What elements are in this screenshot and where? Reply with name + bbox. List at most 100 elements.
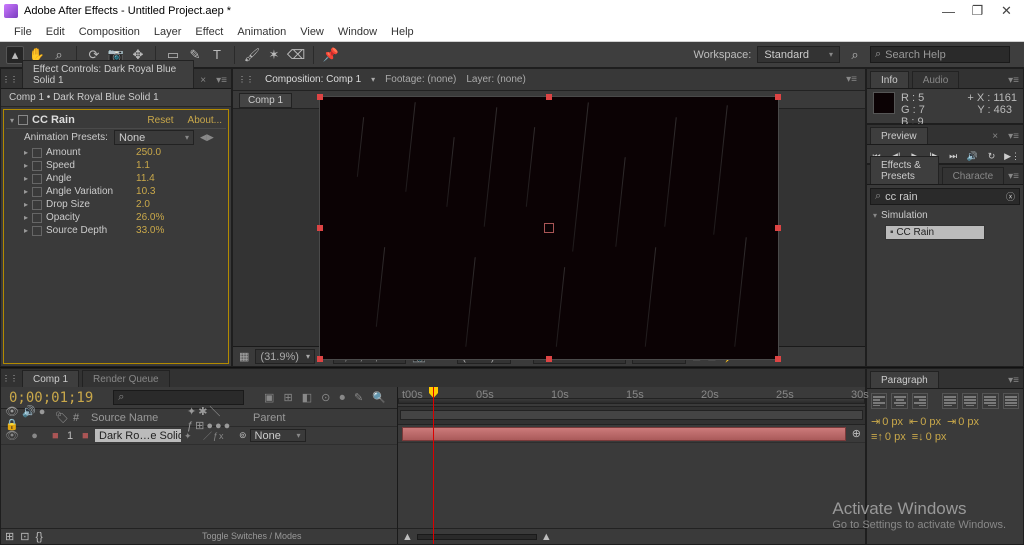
minimize-button[interactable]: — bbox=[943, 6, 954, 17]
tl-toggle-icon2[interactable]: ⊡ bbox=[20, 530, 29, 543]
tab-paragraph[interactable]: Paragraph bbox=[870, 371, 939, 388]
tl-icons[interactable]: ▣ ⊞ ◧ ⊙ ⏺ ✎ 🔍 bbox=[264, 391, 389, 405]
panel-grip-icon[interactable]: ⋮⋮ bbox=[1, 70, 19, 88]
menu-effect[interactable]: Effect bbox=[189, 24, 229, 40]
comp-subtab[interactable]: Comp 1 bbox=[239, 93, 292, 108]
prop-angle-value[interactable]: 11.4 bbox=[136, 173, 155, 184]
panel-menu-icon[interactable]: ▾≡ bbox=[1004, 73, 1023, 88]
prop-amount-value[interactable]: 250.0 bbox=[136, 147, 161, 158]
effects-item-ccrain[interactable]: CC Rain bbox=[885, 225, 985, 240]
justify-center-button[interactable] bbox=[962, 393, 978, 409]
prop-dropsize-label: Drop Size bbox=[46, 199, 136, 210]
layer-bar-row[interactable]: ⊕ bbox=[398, 425, 865, 443]
panel-menu-icon[interactable]: ▾≡ bbox=[1004, 373, 1023, 388]
zoom-out-icon[interactable]: ▲ bbox=[402, 531, 413, 543]
tab-character[interactable]: Characte bbox=[942, 167, 1005, 184]
menu-help[interactable]: Help bbox=[385, 24, 420, 40]
align-center-button[interactable] bbox=[891, 393, 907, 409]
tab-audio[interactable]: Audio bbox=[912, 71, 960, 88]
parent-dropdown[interactable]: None bbox=[250, 429, 306, 442]
tab-composition[interactable]: Composition: Comp 1 bbox=[265, 74, 361, 85]
col-source-name[interactable]: Source Name bbox=[91, 412, 181, 424]
tab-info[interactable]: Info bbox=[870, 71, 909, 88]
search-help-icon[interactable]: ⌕ bbox=[846, 46, 864, 64]
ram-preview-button[interactable]: ▶⋮ bbox=[1004, 148, 1020, 164]
preset-dropdown[interactable]: None bbox=[114, 130, 194, 145]
tab-close-icon[interactable]: × bbox=[194, 73, 212, 88]
current-time-indicator[interactable] bbox=[433, 387, 434, 544]
panel-grip-icon[interactable]: ⋮⋮ bbox=[237, 71, 255, 89]
tab-effects-presets[interactable]: Effects & Presets bbox=[870, 156, 939, 184]
prop-speed-value[interactable]: 1.1 bbox=[136, 160, 150, 171]
tab-timeline-comp[interactable]: Comp 1 bbox=[22, 370, 79, 387]
grid-icon[interactable]: ▦ bbox=[239, 350, 249, 363]
panel-grip-icon[interactable]: ⋮⋮ bbox=[1, 369, 19, 387]
indent-right[interactable]: ⇥ 0 px bbox=[947, 415, 979, 428]
justify-all-button[interactable] bbox=[1003, 393, 1019, 409]
prop-srcdepth-value[interactable]: 33.0% bbox=[136, 225, 164, 236]
menu-view[interactable]: View bbox=[294, 24, 330, 40]
align-right-button[interactable] bbox=[912, 393, 928, 409]
zoom-in-icon[interactable]: ▲ bbox=[541, 531, 552, 543]
window-title: Adobe After Effects - Untitled Project.a… bbox=[24, 5, 231, 17]
justify-right-button[interactable] bbox=[982, 393, 998, 409]
audio-button[interactable]: 🔊 bbox=[966, 148, 979, 164]
preset-prev-icon[interactable]: ◀ bbox=[200, 132, 207, 143]
tab-effect-controls[interactable]: Effect Controls: Dark Royal Blue Solid 1 bbox=[22, 60, 194, 88]
menu-file[interactable]: File bbox=[8, 24, 38, 40]
text-tool-icon[interactable]: T bbox=[208, 46, 226, 64]
prop-dropsize-value[interactable]: 2.0 bbox=[136, 199, 150, 210]
timecode[interactable]: 0;00;01;19 bbox=[9, 390, 93, 406]
clear-search-icon[interactable]: ⓧ bbox=[1006, 190, 1015, 203]
panel-menu-icon[interactable]: ▾≡ bbox=[1004, 169, 1023, 184]
align-left-button[interactable] bbox=[871, 393, 887, 409]
effects-search-input[interactable]: cc rainⓧ bbox=[870, 188, 1020, 205]
loop-button[interactable]: ↻ bbox=[985, 148, 998, 164]
effect-about-button[interactable]: About... bbox=[188, 115, 222, 126]
panel-menu-icon[interactable]: ▾≡ bbox=[842, 72, 861, 87]
zoom-dropdown[interactable]: (31.9%) bbox=[255, 349, 315, 364]
panel-menu-icon[interactable]: ▾≡ bbox=[1004, 129, 1023, 144]
maximize-button[interactable]: ❐ bbox=[972, 6, 983, 17]
tl-bracket-icon[interactable]: {} bbox=[35, 531, 42, 543]
effect-reset-button[interactable]: Reset bbox=[147, 115, 173, 126]
time-ruler[interactable]: t00s 05s 10s 15s 20s 25s 30s bbox=[398, 387, 865, 407]
justify-left-button[interactable] bbox=[942, 393, 958, 409]
tab-footage[interactable]: Footage: (none) bbox=[385, 74, 456, 85]
search-help-input[interactable]: Search Help bbox=[870, 46, 1010, 63]
layer-name[interactable]: Dark Ro…e Solid 1 bbox=[95, 429, 181, 442]
menu-layer[interactable]: Layer bbox=[148, 24, 188, 40]
preset-label: Animation Presets: bbox=[24, 132, 114, 143]
menu-window[interactable]: Window bbox=[332, 24, 383, 40]
tl-toggle-icon[interactable]: ⊞ bbox=[5, 530, 14, 543]
toggle-switches-button[interactable]: Toggle Switches / Modes bbox=[198, 530, 306, 542]
clone-tool-icon[interactable]: ✶ bbox=[265, 46, 283, 64]
close-button[interactable]: ✕ bbox=[1001, 6, 1012, 17]
composition-viewport[interactable] bbox=[233, 109, 865, 346]
prop-anglevar-value[interactable]: 10.3 bbox=[136, 186, 155, 197]
preset-next-icon[interactable]: ▶ bbox=[207, 132, 214, 143]
effects-category[interactable]: Simulation bbox=[867, 208, 1023, 223]
tab-render-queue[interactable]: Render Queue bbox=[82, 370, 170, 387]
last-frame-button[interactable]: ⏭ bbox=[947, 148, 960, 164]
space-after[interactable]: ≡↓ 0 px bbox=[912, 431, 947, 443]
indent-first[interactable]: ⇤ 0 px bbox=[909, 415, 941, 428]
menu-composition[interactable]: Composition bbox=[73, 24, 146, 40]
layer-duration-bar[interactable] bbox=[402, 427, 846, 441]
menu-edit[interactable]: Edit bbox=[40, 24, 71, 40]
effect-name[interactable]: CC Rain bbox=[32, 114, 75, 126]
prop-opacity-value[interactable]: 26.0% bbox=[136, 212, 164, 223]
tab-layer[interactable]: Layer: (none) bbox=[466, 74, 525, 85]
layer-marker-icon[interactable]: ⊕ bbox=[848, 427, 865, 440]
space-before[interactable]: ≡↑ 0 px bbox=[871, 431, 906, 443]
indent-left[interactable]: ⇥ 0 px bbox=[871, 415, 903, 428]
brush-tool-icon[interactable]: 🖌 bbox=[243, 46, 261, 64]
puppet-tool-icon[interactable]: 📌 bbox=[322, 46, 340, 64]
panel-menu-icon[interactable]: ▾≡ bbox=[212, 73, 231, 88]
eraser-tool-icon[interactable]: ⌫ bbox=[287, 46, 305, 64]
menu-animation[interactable]: Animation bbox=[231, 24, 292, 40]
workspace-dropdown[interactable]: Standard bbox=[757, 46, 840, 63]
layer-row[interactable]: 👁 ● ■ 1 ■ Dark Ro…e Solid 1 ✦ ／ƒx ⊚ None bbox=[1, 427, 397, 445]
tab-close-icon[interactable]: × bbox=[986, 129, 1004, 144]
tab-preview[interactable]: Preview bbox=[870, 127, 928, 144]
